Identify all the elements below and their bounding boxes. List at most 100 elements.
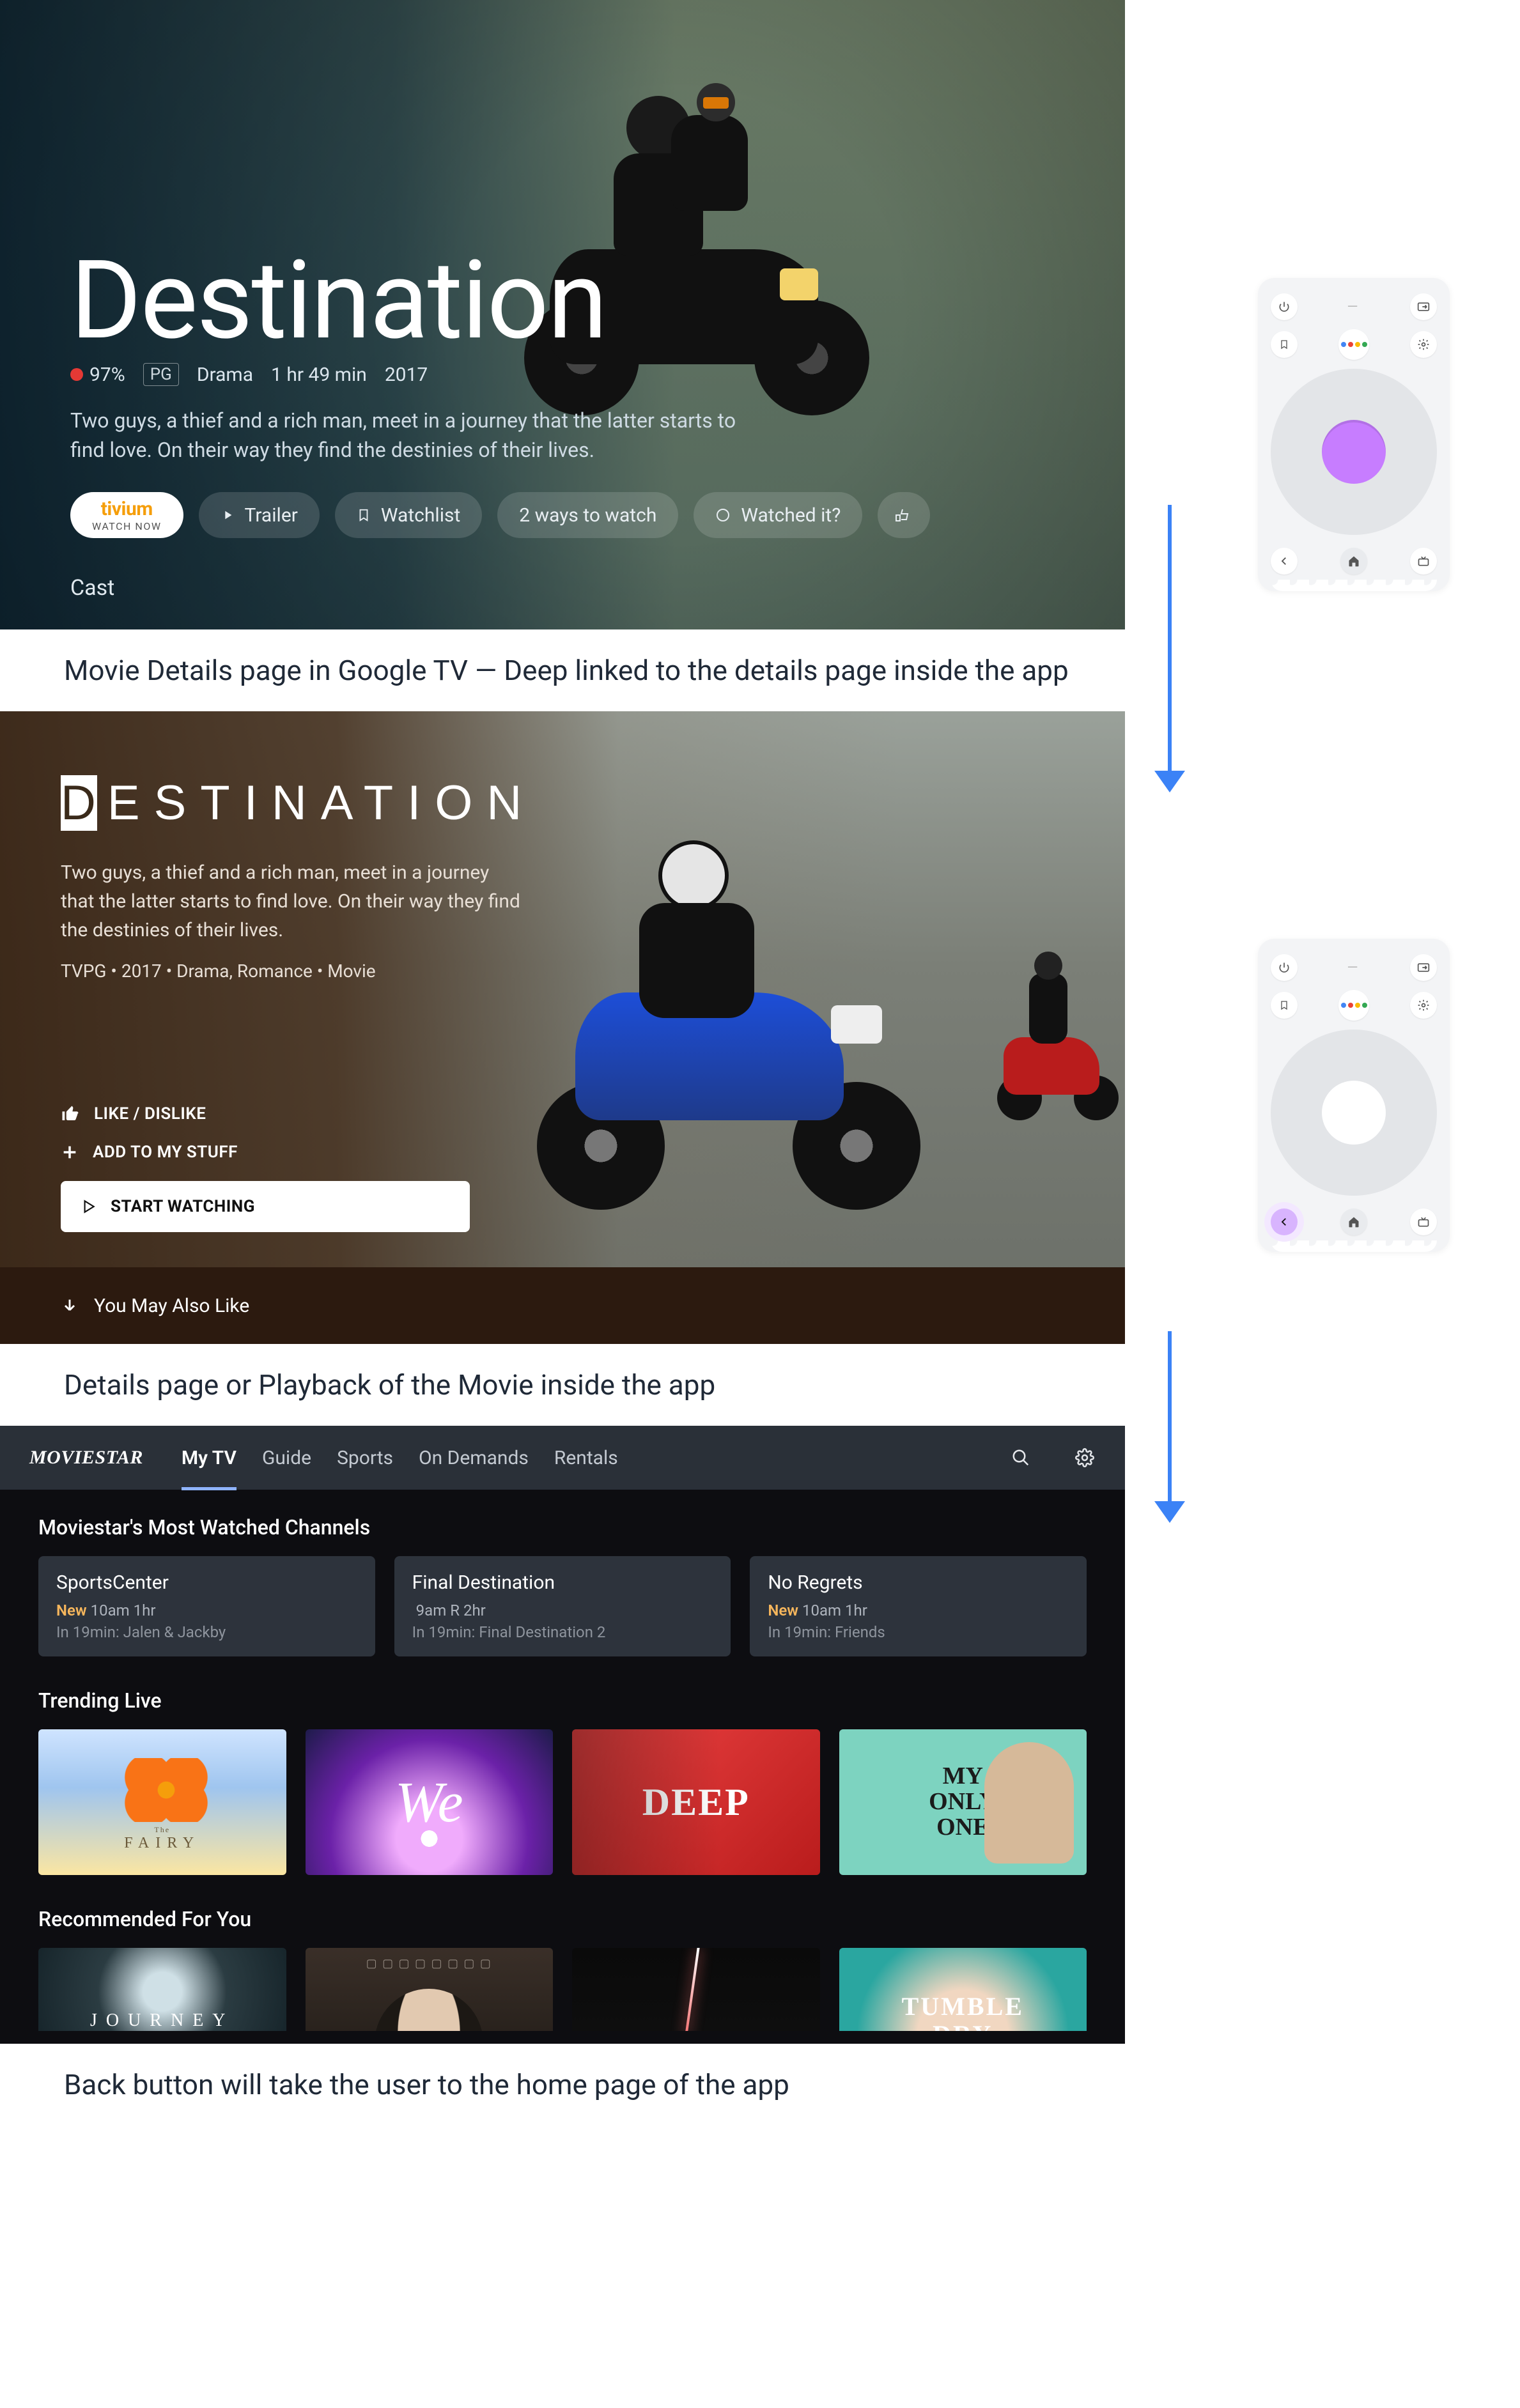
- most-watched-section: Moviestar's Most Watched Channels Sports…: [0, 1490, 1125, 1663]
- tile-sublabel: The: [38, 1825, 286, 1835]
- provider-brand: tivium: [101, 498, 153, 520]
- google-tv-details: Destination 97% PG Drama 1 hr 49 min 201…: [0, 0, 1125, 629]
- content-tile[interactable]: MY ONLY ONE: [839, 1729, 1087, 1875]
- release-year: 2017: [385, 364, 428, 386]
- remote-diagram-2: —: [1258, 939, 1450, 1252]
- gear-icon: [1417, 999, 1430, 1012]
- back-button[interactable]: [1271, 548, 1298, 575]
- you-may-also-like[interactable]: You May Also Like: [0, 1267, 1125, 1344]
- card-title: No Regrets: [768, 1571, 1069, 1594]
- start-watching-button[interactable]: START WATCHING: [61, 1181, 470, 1232]
- tab-guide[interactable]: Guide: [262, 1443, 311, 1473]
- content-tile[interactable]: TUMBLE DRY: [839, 1948, 1087, 2031]
- home-icon: [1347, 555, 1360, 567]
- channel-card[interactable]: SportsCenter New10am 1hr In 19min: Jalen…: [38, 1556, 375, 1656]
- channel-card[interactable]: Final Destination 9am R 2hr In 19min: Fi…: [394, 1556, 731, 1656]
- thumb-up-icon: [61, 1104, 80, 1123]
- select-button[interactable]: [1322, 420, 1386, 484]
- live-tv-button[interactable]: [1410, 1208, 1437, 1235]
- bookmark-button[interactable]: [1271, 331, 1298, 358]
- input-button[interactable]: [1410, 954, 1437, 981]
- audience-score: 97%: [70, 364, 125, 386]
- watched-it-button[interactable]: Watched it?: [694, 492, 862, 538]
- app-description: Two guys, a thief and a rich man, meet i…: [61, 858, 527, 945]
- live-tv-button[interactable]: [1410, 548, 1437, 575]
- tab-my-tv[interactable]: My TV: [182, 1443, 237, 1490]
- app-logo: MOVIESTAR: [29, 1447, 143, 1469]
- content-tile[interactable]: JOURNEY: [38, 1948, 286, 2031]
- like-label: LIKE / DISLIKE: [94, 1104, 206, 1123]
- tab-sports[interactable]: Sports: [337, 1443, 393, 1473]
- content-tile[interactable]: THE SOURCE: [572, 1948, 820, 2031]
- content-tile[interactable]: ▢ ▢ ▢ ▢ ▢ ▢ ▢ ▢THE COMEDIAN: [306, 1948, 554, 2031]
- tile-top-decor: ▢ ▢ ▢ ▢ ▢ ▢ ▢ ▢: [306, 1957, 554, 1970]
- add-to-my-stuff-button[interactable]: ADD TO MY STUFF: [61, 1143, 470, 1162]
- input-button[interactable]: [1410, 293, 1437, 320]
- play-outline-icon: [80, 1198, 97, 1215]
- d-pad[interactable]: [1271, 1030, 1437, 1196]
- home-button[interactable]: [1340, 548, 1367, 575]
- more-actions-button[interactable]: [878, 492, 930, 538]
- assistant-button[interactable]: [1338, 329, 1369, 360]
- watchlist-button[interactable]: Watchlist: [335, 492, 482, 538]
- input-icon: [1417, 302, 1430, 312]
- title-initial: D: [61, 775, 97, 831]
- power-icon: [1278, 300, 1291, 313]
- trailer-label: Trailer: [245, 504, 298, 527]
- channel-card[interactable]: No Regrets New10am 1hr In 19min: Friends: [750, 1556, 1087, 1656]
- content-tile[interactable]: TheFAIRY: [38, 1729, 286, 1875]
- tab-rentals[interactable]: Rentals: [554, 1443, 618, 1473]
- caption-3: Back button will take the user to the ho…: [0, 2044, 1125, 2126]
- watch-now-button[interactable]: tivium WATCH NOW: [70, 492, 183, 538]
- recommended-section: Recommended For You JOURNEY ▢ ▢ ▢ ▢ ▢ ▢ …: [0, 1881, 1125, 2037]
- section-heading: Recommended For You: [38, 1907, 1087, 1931]
- cta-label: START WATCHING: [111, 1197, 255, 1216]
- tile-label: We: [395, 1770, 463, 1835]
- ways-label: 2 ways to watch: [519, 504, 656, 527]
- home-button[interactable]: [1340, 1208, 1367, 1235]
- like-dislike-button[interactable]: LIKE / DISLIKE: [61, 1104, 470, 1123]
- tile-label: DEEP: [642, 1780, 750, 1825]
- card-time: 9am R 2hr: [416, 1601, 486, 1619]
- bookmark-icon: [357, 507, 371, 523]
- play-icon: [221, 508, 235, 522]
- power-icon: [1278, 961, 1291, 974]
- tile-label: JOURNEY: [90, 2011, 235, 2031]
- power-button[interactable]: [1271, 293, 1298, 320]
- gear-icon: [1075, 1448, 1094, 1467]
- content-rating: PG: [143, 363, 179, 386]
- back-icon: [1278, 1216, 1290, 1228]
- app-details: DESTINATION Two guys, a thief and a rich…: [0, 711, 1125, 1344]
- card-next: In 19min: Final Destination 2: [412, 1623, 713, 1641]
- settings-button[interactable]: [1410, 992, 1437, 1019]
- trailer-button[interactable]: Trailer: [199, 492, 320, 538]
- select-button[interactable]: [1322, 1081, 1386, 1145]
- genre: Drama: [197, 364, 253, 386]
- tile-label: TUMBLE DRY: [902, 1993, 1024, 2031]
- gear-icon: [1417, 338, 1430, 351]
- bookmark-button[interactable]: [1271, 992, 1298, 1019]
- content-tile[interactable]: We: [306, 1729, 554, 1875]
- trending-live-section: Trending Live TheFAIRY We DEEP MY ONLY O…: [0, 1663, 1125, 1881]
- settings-button[interactable]: [1410, 331, 1437, 358]
- assistant-button[interactable]: [1338, 990, 1369, 1021]
- movie-title: Destination: [70, 236, 607, 364]
- power-button[interactable]: [1271, 954, 1298, 981]
- back-button[interactable]: [1271, 1208, 1298, 1235]
- movie-metadata: 97% PG Drama 1 hr 49 min 2017: [70, 363, 428, 386]
- footer-label: You May Also Like: [94, 1295, 249, 1317]
- settings-button[interactable]: [1074, 1447, 1096, 1469]
- section-heading: Trending Live: [38, 1688, 1087, 1713]
- tab-on-demands[interactable]: On Demands: [419, 1443, 529, 1473]
- content-tile[interactable]: DEEP: [572, 1729, 820, 1875]
- cast-heading: Cast: [70, 575, 114, 601]
- search-button[interactable]: [1010, 1447, 1032, 1469]
- assistant-icon: [1341, 342, 1367, 347]
- new-badge: New: [768, 1601, 798, 1619]
- rate-icon: [894, 508, 913, 522]
- tile-label: MY ONLY ONE: [929, 1764, 997, 1841]
- section-heading: Moviestar's Most Watched Channels: [38, 1515, 1087, 1540]
- action-row: tivium WATCH NOW Trailer Watchlist 2 way…: [70, 492, 930, 538]
- ways-to-watch-button[interactable]: 2 ways to watch: [497, 492, 678, 538]
- d-pad[interactable]: [1271, 369, 1437, 535]
